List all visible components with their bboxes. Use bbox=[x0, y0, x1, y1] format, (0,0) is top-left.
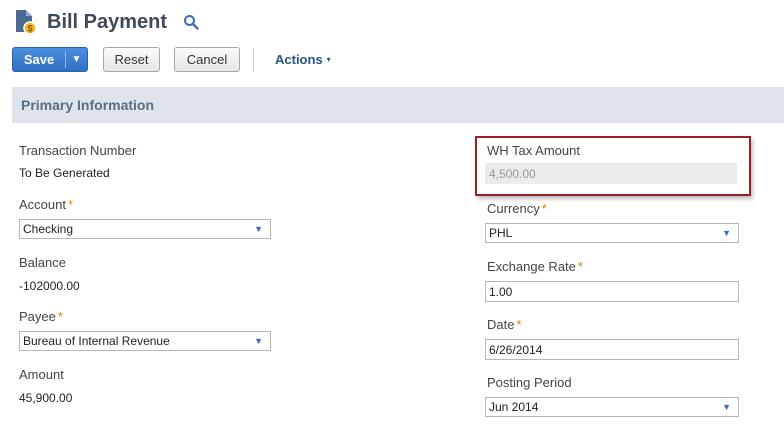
date-label-text: Date bbox=[487, 317, 515, 332]
exchange-rate-label-text: Exchange Rate bbox=[487, 259, 576, 274]
balance-value: -102000.00 bbox=[19, 279, 80, 293]
payee-select[interactable]: Bureau of Internal Revenue ▼ bbox=[19, 331, 271, 351]
account-select[interactable]: Checking ▼ bbox=[19, 219, 271, 239]
date-label: Date * bbox=[487, 317, 522, 332]
account-label-text: Account bbox=[19, 197, 66, 212]
posting-period-select[interactable]: Jun 2014 ▼ bbox=[485, 397, 739, 417]
dropdown-arrow-icon: ▼ bbox=[722, 402, 731, 412]
balance-label: Balance bbox=[19, 255, 66, 270]
account-select-value: Checking bbox=[23, 222, 74, 236]
save-button-group: Save ▼ bbox=[12, 47, 88, 72]
wh-tax-amount-label: WH Tax Amount bbox=[487, 143, 580, 158]
required-mark: * bbox=[67, 197, 74, 212]
amount-value: 45,900.00 bbox=[19, 391, 73, 405]
search-icon[interactable] bbox=[183, 14, 199, 30]
section-header-primary-information[interactable]: Primary Information bbox=[12, 87, 784, 123]
posting-period-label: Posting Period bbox=[487, 375, 572, 390]
svg-text:$: $ bbox=[27, 24, 32, 34]
payee-label-text: Payee bbox=[19, 309, 56, 324]
currency-label-text: Currency bbox=[487, 201, 540, 216]
date-field[interactable] bbox=[485, 339, 739, 360]
exchange-rate-label: Exchange Rate * bbox=[487, 259, 583, 274]
amount-label: Amount bbox=[19, 367, 64, 382]
dropdown-arrow-icon: ▼ bbox=[722, 228, 731, 238]
payee-label: Payee * bbox=[19, 309, 63, 324]
save-dropdown-arrow-icon[interactable]: ▼ bbox=[66, 48, 87, 71]
required-mark: * bbox=[57, 309, 63, 324]
actions-menu[interactable]: Actions ▾ bbox=[275, 52, 331, 67]
save-button[interactable]: Save bbox=[13, 48, 65, 71]
wh-tax-amount-field bbox=[485, 163, 737, 184]
currency-select[interactable]: PHL ▼ bbox=[485, 223, 739, 243]
posting-period-select-value: Jun 2014 bbox=[489, 400, 539, 414]
required-mark: * bbox=[541, 201, 547, 216]
required-mark: * bbox=[516, 317, 522, 332]
exchange-rate-field[interactable] bbox=[485, 281, 739, 302]
actions-menu-label: Actions bbox=[275, 52, 323, 67]
transaction-number-label: Transaction Number bbox=[19, 143, 137, 158]
currency-select-value: PHL bbox=[489, 226, 513, 240]
bill-payment-page-icon: $ bbox=[16, 10, 37, 35]
page-title: Bill Payment bbox=[47, 11, 168, 33]
dropdown-arrow-icon: ▼ bbox=[254, 336, 263, 346]
required-mark: * bbox=[577, 259, 583, 274]
reset-button[interactable]: Reset bbox=[103, 47, 160, 72]
cancel-button[interactable]: Cancel bbox=[174, 47, 240, 72]
transaction-number-value: To Be Generated bbox=[19, 166, 110, 180]
payee-select-value: Bureau of Internal Revenue bbox=[23, 334, 170, 348]
account-label: Account * bbox=[19, 197, 73, 212]
currency-label: Currency * bbox=[487, 201, 547, 216]
toolbar-divider bbox=[253, 48, 254, 72]
actions-caret-icon: ▾ bbox=[326, 55, 331, 64]
dropdown-arrow-icon: ▼ bbox=[254, 224, 263, 234]
